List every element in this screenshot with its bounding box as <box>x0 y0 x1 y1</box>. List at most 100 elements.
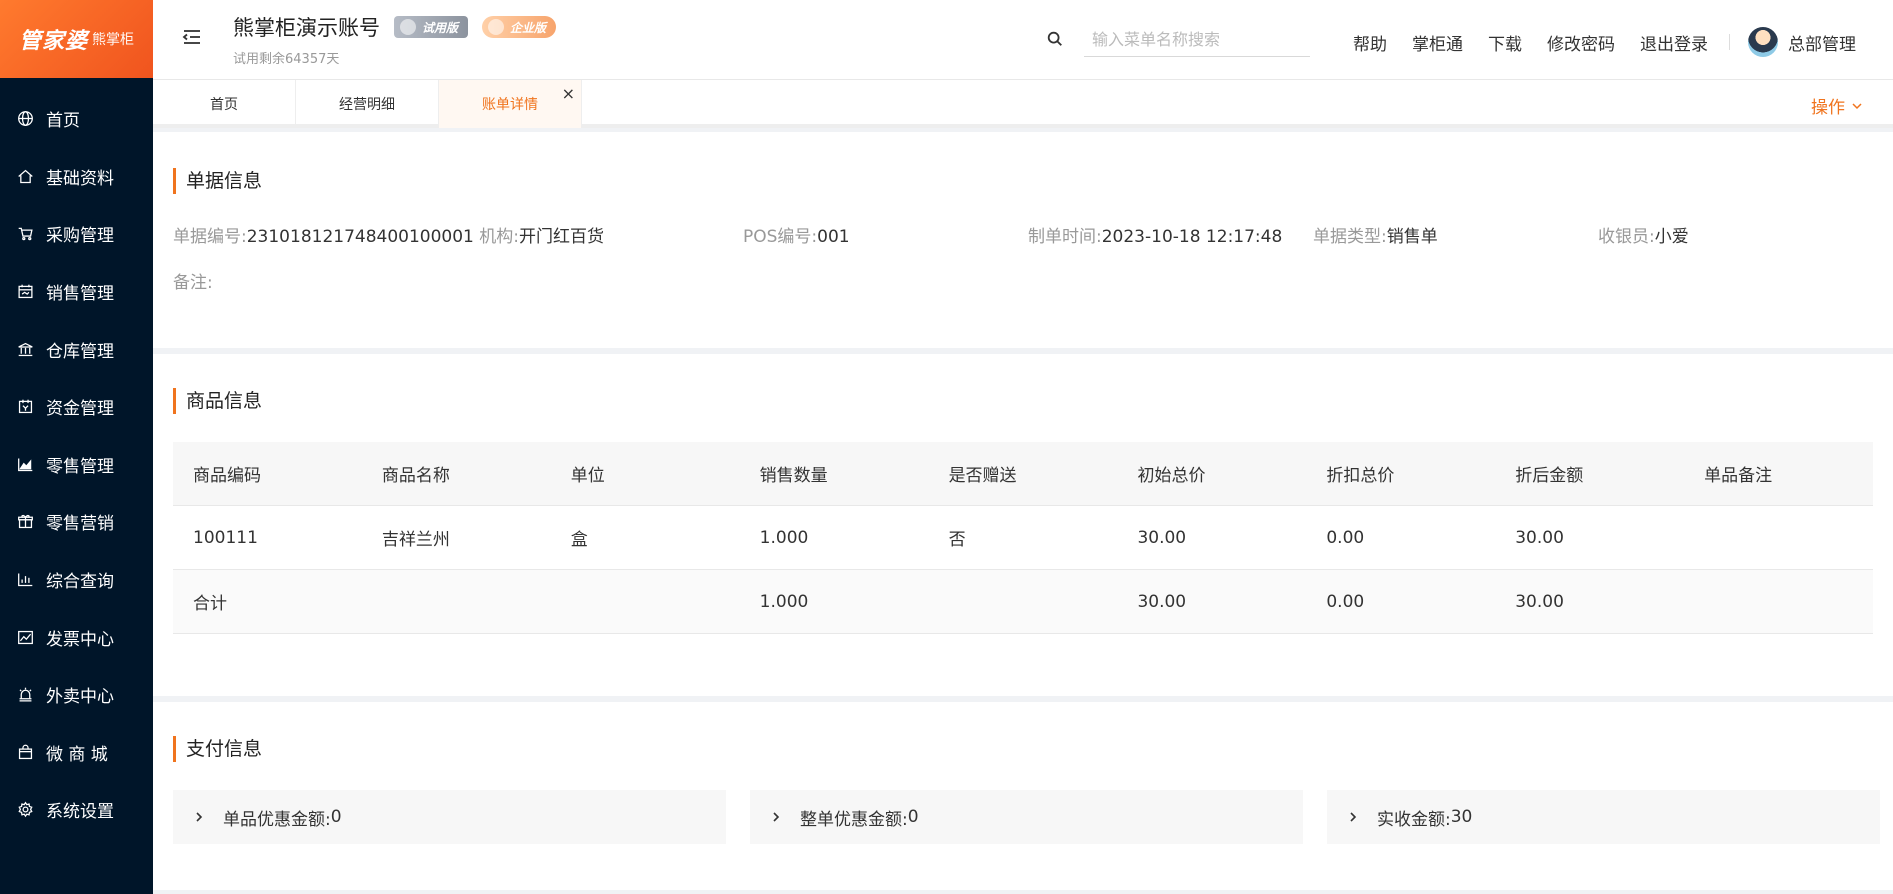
avatar <box>1748 27 1778 57</box>
order-discount-panel[interactable]: 整单优惠金额: 0 <box>750 790 1303 844</box>
alarm-icon <box>16 686 34 704</box>
sidebar-item-home[interactable]: 首页 <box>0 90 153 148</box>
account-info: 熊掌柜演示账号 试用版 企业版 试用剩余64357天 <box>233 12 557 67</box>
logo-sub: 熊掌柜 <box>92 32 134 48</box>
sidebar-item-warehouse[interactable]: 仓库管理 <box>0 320 153 378</box>
section-title: 商品信息 <box>173 388 262 414</box>
org-value: 开门红百货 <box>519 227 605 247</box>
tab-home[interactable]: 首页 <box>153 80 296 128</box>
sidebar-item-label: 采购管理 <box>46 226 114 247</box>
table-row[interactable]: 100111 吉祥兰州 盒 1.000 否 30.00 0.00 30.00 <box>173 506 1873 570</box>
close-icon[interactable]: × <box>562 84 575 103</box>
user-menu[interactable]: 总部管理 <box>1748 27 1856 57</box>
column-header: 单品备注 <box>1704 466 1773 486</box>
payment-row: 单品优惠金额: 0 整单优惠金额: 0 实收金额: 30 <box>173 790 1880 844</box>
table-cell: 1.000 <box>759 527 809 548</box>
logo-brand: 管家婆 <box>18 29 88 54</box>
table-header: 商品编码 商品名称 单位 销售数量 是否赠送 初始总价 折扣总价 折后金额 单品… <box>173 442 1873 506</box>
sidebar-item-basic-data[interactable]: 基础资料 <box>0 148 153 206</box>
download-link[interactable]: 下载 <box>1488 30 1522 55</box>
time-value: 2023-10-18 12:17:48 <box>1101 227 1283 247</box>
gear-icon <box>16 801 34 819</box>
area-chart-icon <box>16 455 34 473</box>
menu-search <box>1046 22 1310 58</box>
line-chart-icon <box>16 628 34 646</box>
sidebar-item-label: 微 商 城 <box>46 744 108 765</box>
sidebar-item-retail[interactable]: 零售管理 <box>0 436 153 494</box>
received-amount-value: 30 <box>1450 807 1473 827</box>
sidebar-item-label: 综合查询 <box>46 572 114 593</box>
home-icon <box>16 167 34 185</box>
search-icon[interactable] <box>1046 30 1066 50</box>
bar-chart-icon <box>16 571 34 589</box>
column-header: 折后金额 <box>1515 466 1584 486</box>
trial-badge-label: 试用版 <box>422 20 459 35</box>
sidebar-item-label: 发票中心 <box>46 629 114 650</box>
bill-info-row: 单据编号:231018121748400100001 机构:开门红百货 POS编… <box>173 222 1873 247</box>
sidebar-item-marketing[interactable]: 零售营销 <box>0 493 153 551</box>
sidebar-item-invoice[interactable]: 发票中心 <box>0 608 153 666</box>
user-name: 总部管理 <box>1788 34 1856 55</box>
logout-link[interactable]: 退出登录 <box>1640 30 1708 55</box>
sidebar-item-sales[interactable]: 销售管理 <box>0 263 153 321</box>
goods-info-card: 商品信息 商品编码 商品名称 单位 销售数量 是否赠送 初始总价 折扣总价 折后… <box>153 354 1893 696</box>
sidebar-item-label: 首页 <box>46 111 80 132</box>
org-label: 机构: <box>479 227 520 247</box>
sidebar-item-label: 仓库管理 <box>46 341 114 362</box>
sidebar: 管家婆 熊掌柜 首页 基础资料 采购管理 销售管理 仓库管理 资金管理 零售管理… <box>0 0 153 894</box>
operations-dropdown[interactable]: 操作 <box>1811 93 1863 118</box>
table-cell: 30.00 <box>1515 527 1564 548</box>
sidebar-item-label: 销售管理 <box>46 284 114 305</box>
tab-label: 经营明细 <box>339 97 395 113</box>
help-link[interactable]: 帮助 <box>1353 30 1387 55</box>
sidebar-item-purchase[interactable]: 采购管理 <box>0 205 153 263</box>
sidebar-item-query[interactable]: 综合查询 <box>0 551 153 609</box>
table-cell: 吉祥兰州 <box>381 530 450 550</box>
time-label: 制单时间: <box>1028 227 1102 247</box>
enterprise-badge-label: 企业版 <box>510 20 547 35</box>
calendar-icon <box>16 283 34 301</box>
cashier: 收银员:小爱 <box>1598 222 1689 247</box>
item-discount-panel[interactable]: 单品优惠金额: 0 <box>173 790 726 844</box>
sidebar-item-label: 资金管理 <box>46 399 114 420</box>
top-links: 帮助 掌柜通 下载 修改密码 退出登录 总部管理 <box>1353 27 1856 57</box>
table-cell: 0.00 <box>1326 591 1365 612</box>
column-header: 商品名称 <box>381 466 450 486</box>
search-input[interactable] <box>1084 23 1310 57</box>
type-label: 单据类型: <box>1313 227 1387 247</box>
sidebar-item-label: 零售管理 <box>46 456 114 477</box>
sidebar-item-label: 系统设置 <box>46 802 114 823</box>
create-time: 制单时间:2023-10-18 12:17:48 <box>1028 222 1282 247</box>
zhanggui-link[interactable]: 掌柜通 <box>1412 30 1463 55</box>
account-name: 熊掌柜演示账号 <box>233 16 380 40</box>
item-discount-value: 0 <box>330 807 342 827</box>
change-password-link[interactable]: 修改密码 <box>1547 30 1615 55</box>
order-discount-label: 整单优惠金额: <box>800 809 908 830</box>
tab-business-detail[interactable]: 经营明细 <box>296 80 439 128</box>
goods-table: 商品编码 商品名称 单位 销售数量 是否赠送 初始总价 折扣总价 折后金额 单品… <box>173 442 1873 634</box>
pos-value: 001 <box>817 227 850 247</box>
tab-label: 首页 <box>210 97 238 113</box>
table-cell: 盒 <box>570 530 588 550</box>
bill-number-value: 231018121748400100001 <box>246 227 474 247</box>
section-title: 单据信息 <box>173 168 262 194</box>
item-discount-label: 单品优惠金额: <box>223 809 331 830</box>
received-amount-panel[interactable]: 实收金额: 30 <box>1327 790 1880 844</box>
tabs-bar: 首页 经营明细 账单详情 × 操作 <box>153 80 1893 128</box>
remark-label: 备注: <box>173 273 213 293</box>
table-cell: 合计 <box>193 594 227 614</box>
sidebar-item-takeaway[interactable]: 外卖中心 <box>0 666 153 724</box>
sidebar-item-micro-mall[interactable]: 微 商 城 <box>0 724 153 782</box>
table-cell: 30.00 <box>1137 527 1187 548</box>
sidebar-item-settings[interactable]: 系统设置 <box>0 781 153 839</box>
column-header: 销售数量 <box>759 466 828 486</box>
sidebar-item-funds[interactable]: 资金管理 <box>0 378 153 436</box>
menu-collapse-icon[interactable] <box>181 26 205 50</box>
tab-label: 账单详情 <box>482 97 538 113</box>
trial-badge: 试用版 <box>394 16 469 38</box>
tab-bill-detail[interactable]: 账单详情 × <box>439 80 582 128</box>
gift-icon <box>16 513 34 531</box>
logo[interactable]: 管家婆 熊掌柜 <box>0 0 153 78</box>
table-cell: 30.00 <box>1137 591 1187 612</box>
pos-number: POS编号:001 <box>743 222 850 247</box>
